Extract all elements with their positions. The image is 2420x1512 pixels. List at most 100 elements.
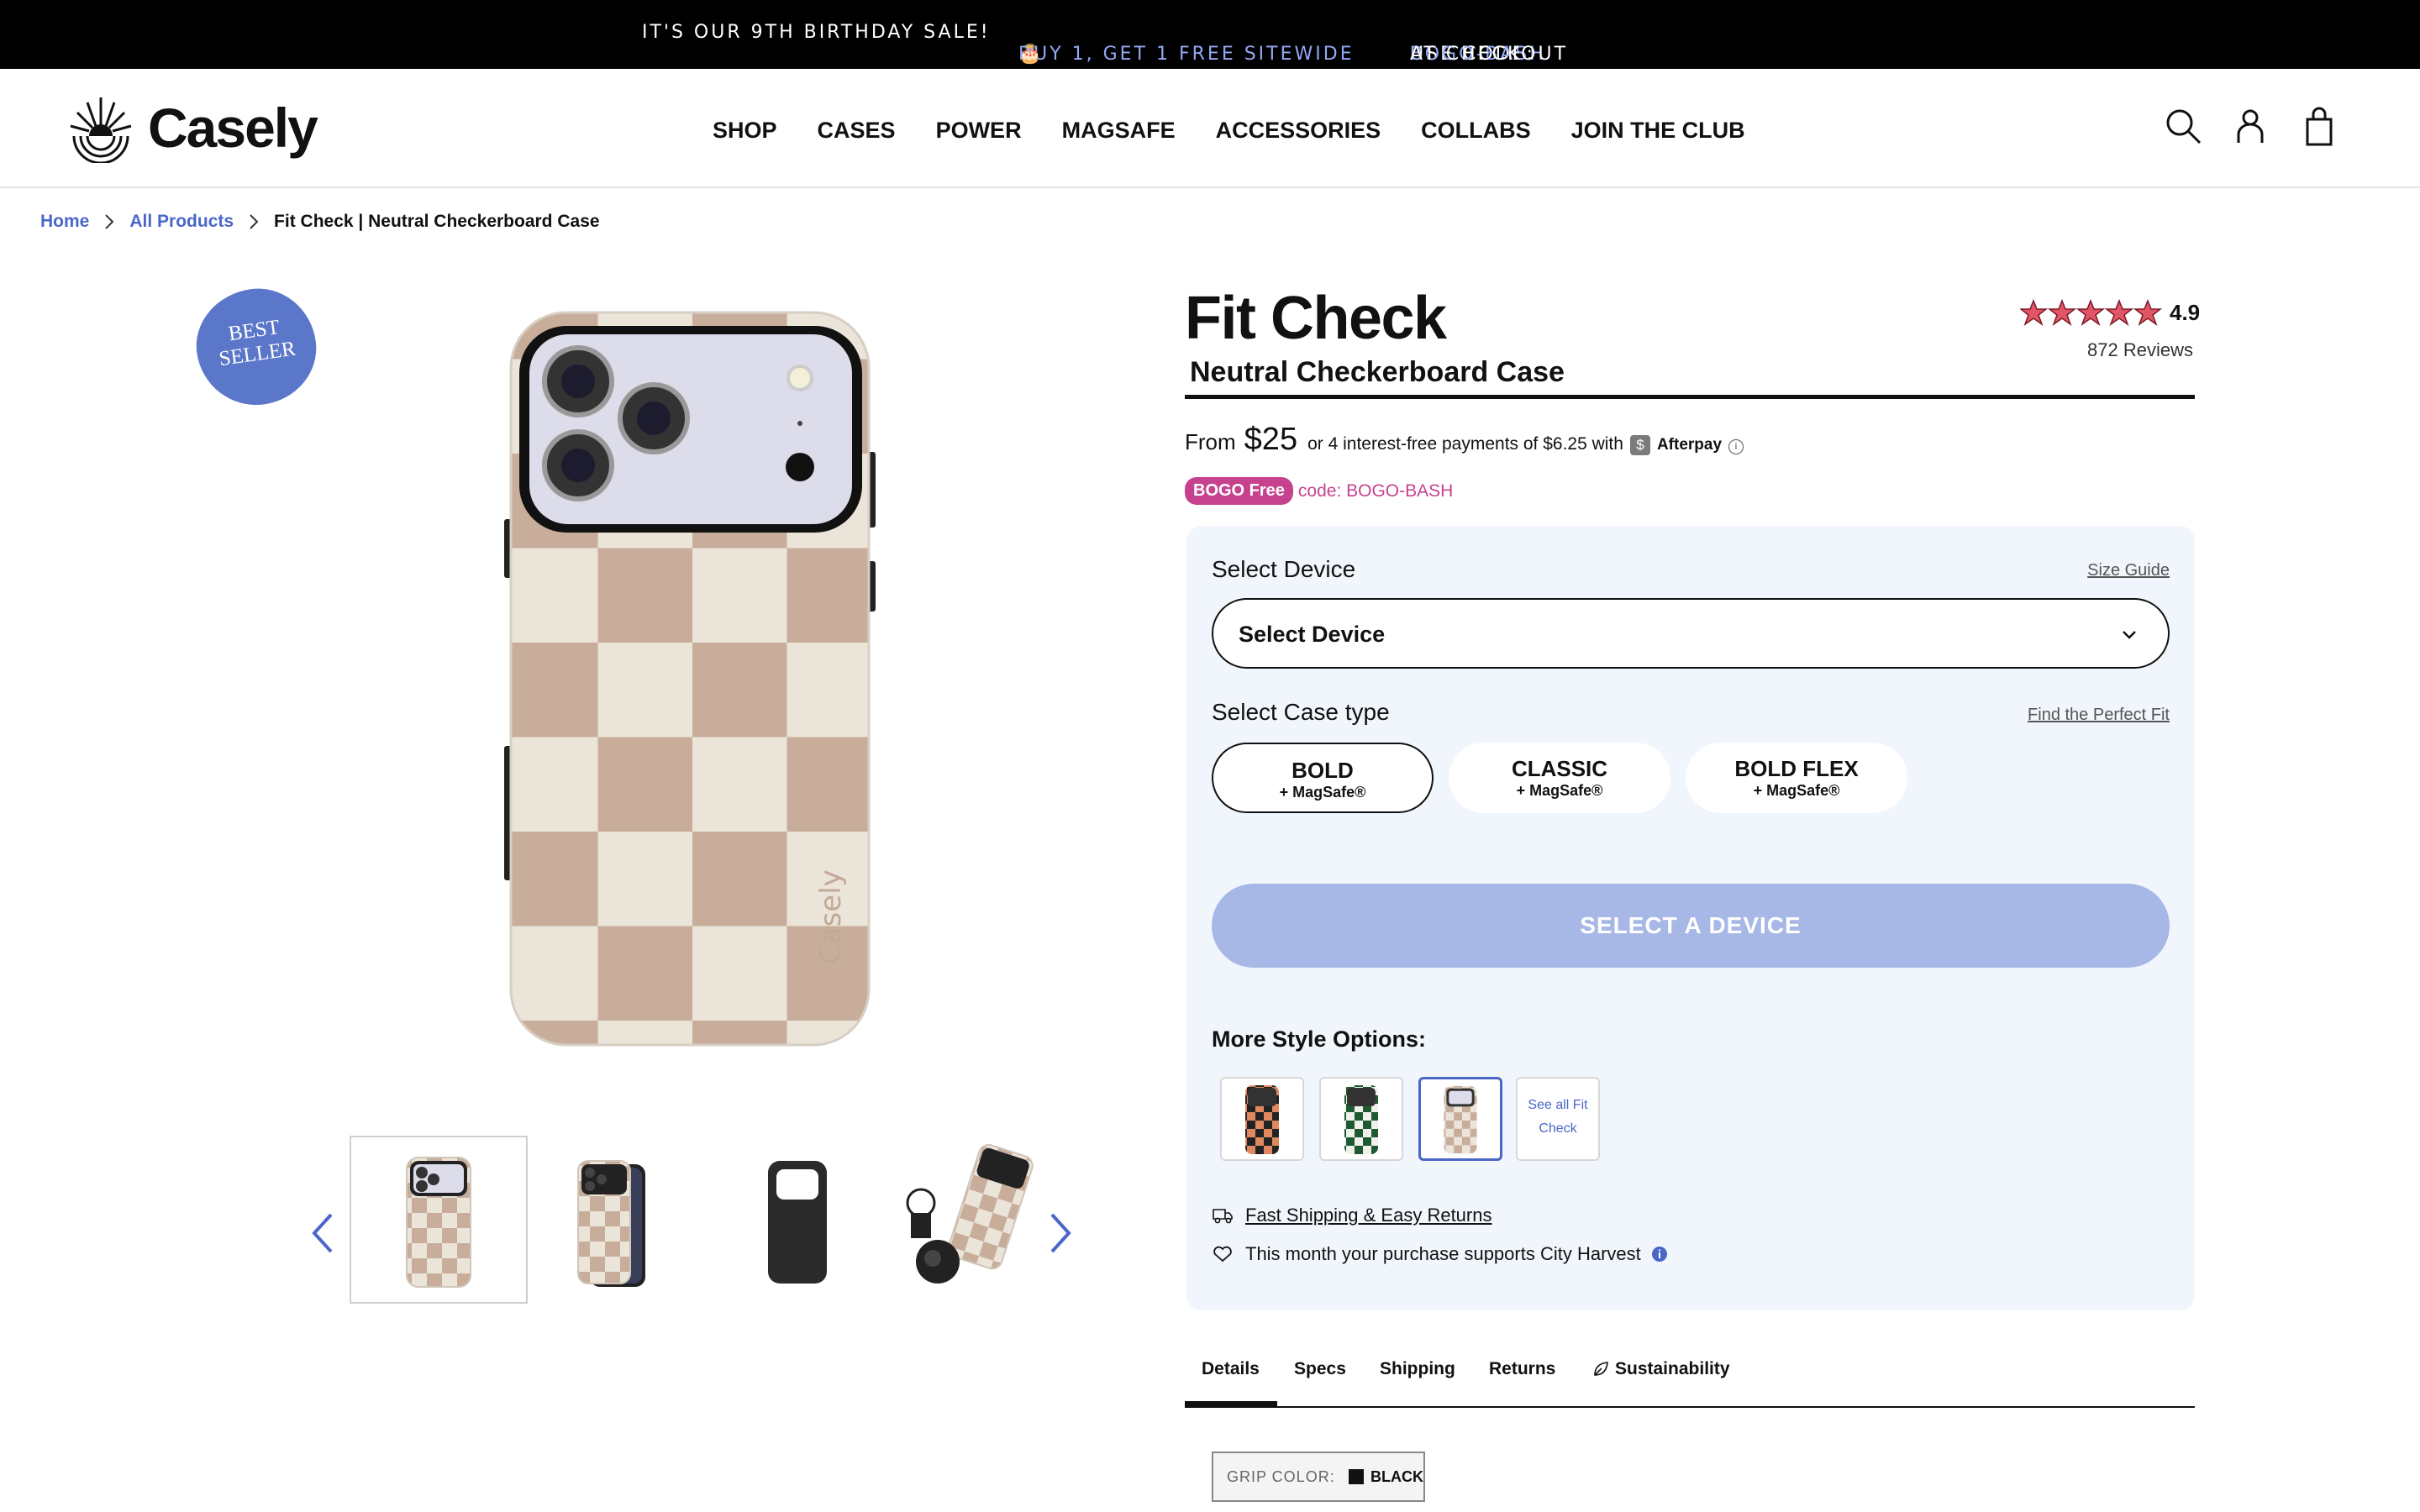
nav-shop[interactable]: SHOP [713,118,777,144]
chevron-down-icon [2123,631,2136,639]
thumbnail-angled-image [577,1160,645,1287]
case-type-bold-flex[interactable]: BOLD FLEX + MagSafe® [1686,743,1907,813]
grip-color-swatch [1348,1469,1364,1484]
see-all-fit-check-link[interactable]: See all Fit Check [1516,1077,1600,1161]
nav-accessories[interactable]: ACCESSORIES [1216,118,1381,144]
price-row: From $25 or 4 interest-free payments of … [1185,422,1744,458]
breadcrumb-all-products[interactable]: All Products [129,212,234,232]
svg-text:Casely: Casely [814,869,848,964]
thumbnail-front-image [406,1157,471,1288]
grip-color-value: BLACK [1370,1467,1423,1485]
afterpay-icon: $ [1629,435,1650,455]
cart-icon[interactable] [2299,106,2339,146]
select-device-label: Select Device [1212,556,1356,582]
case-type-classic[interactable]: CLASSIC + MagSafe® [1449,743,1670,813]
size-guide-link[interactable]: Size Guide [2087,561,2170,580]
chevron-right-icon [105,214,114,229]
options-panel: Select Device Size Guide Select Device S… [1186,526,2195,1310]
select-case-type-label: Select Case type [1212,699,1390,725]
nav-power[interactable]: POWER [936,118,1022,144]
leaf-icon [1594,1362,1608,1376]
thumbnail-front[interactable] [350,1136,528,1304]
charity-feature: This month your purchase supports City H… [1212,1243,1668,1265]
thumbnail-back-shell-image [768,1161,827,1284]
account-icon[interactable] [2230,106,2270,146]
promo-code: code: BOGO-BASH [1297,480,1454,501]
info-icon[interactable] [1651,1246,1668,1263]
tab-returns[interactable]: Returns [1489,1359,1555,1379]
afterpay-label: Afterpay [1656,436,1723,454]
breadcrumb-home[interactable]: Home [40,212,89,232]
find-perfect-fit-link[interactable]: Find the Perfect Fit [2028,706,2170,725]
breadcrumb: Home All Products Fit Check | Neutral Ch… [40,212,600,232]
product-title: Fit Check [1185,285,1447,352]
sunburst-logo-icon [70,97,132,163]
shipping-link[interactable]: Fast Shipping & Easy Returns [1245,1205,1491,1226]
select-a-device-button[interactable]: SELECT A DEVICE [1212,884,2170,968]
case-type-name: CLASSIC [1511,756,1608,781]
promo-bar: IT'S OUR 9TH BIRTHDAY SALE! 🎂 BUY 1, GET… [0,0,2420,69]
case-type-name: BOLD FLEX [1734,756,1859,781]
tab-shipping[interactable]: Shipping [1380,1359,1455,1379]
thumbnail-magsafe-accessories[interactable] [887,1136,1065,1304]
style-swatch-neutral[interactable] [1418,1077,1502,1161]
promo-code-suffix: AT CHECKOUT [1410,44,1569,65]
swatch-neutral-image [1444,1085,1477,1154]
nav-cases[interactable]: CASES [818,118,896,144]
product-rating[interactable]: 4.9 [2020,299,2200,326]
device-select[interactable]: Select Device [1212,598,2170,669]
thumbnail-back-shell[interactable] [709,1136,887,1304]
rating-value: 4.9 [2170,299,2201,325]
search-icon[interactable] [2163,106,2203,146]
best-seller-badge: BEST SELLER [189,281,324,413]
title-divider [1185,395,2195,399]
shipping-feature: Fast Shipping & Easy Returns [1212,1205,1491,1226]
case-type-sub: + MagSafe® [1753,782,1840,799]
tab-details[interactable]: Details [1202,1359,1260,1379]
product-subtitle: Neutral Checkerboard Case [1190,356,1565,388]
device-select-value: Select Device [1239,622,1386,647]
chevron-right-icon [250,214,259,229]
site-header: Casely SHOP CASES POWER MAGSAFE ACCESSOR… [0,69,2420,188]
product-main-image[interactable]: Casely [504,309,876,1048]
more-style-options-label: More Style Options: [1212,1026,1427,1052]
tab-sustainability-label: Sustainability [1615,1359,1730,1378]
heart-icon [1213,1246,1232,1263]
price-from-label: From [1185,429,1236,454]
active-tab-indicator [1185,1401,1277,1408]
charity-text: This month your purchase supports City H… [1245,1243,1641,1264]
grip-color-chip: GRIP COLOR: BLACK [1212,1452,1425,1502]
case-type-sub: + MagSafe® [1516,782,1603,799]
style-swatch-orange-black[interactable] [1220,1077,1304,1161]
case-type-name: BOLD [1292,758,1354,783]
product-tabs: Details Specs Shipping Returns Sustainab… [1185,1354,2195,1408]
cake-icon: 🎂 [1018,44,1044,65]
swatch-orange-black-image [1245,1085,1279,1154]
bogo-badge: BOGO Free [1185,477,1293,505]
star-rating-icon [2020,300,2161,325]
breadcrumb-current: Fit Check | Neutral Checkerboard Case [274,212,600,231]
promo-bogo-label: BUY 1, GET 1 FREE SITEWIDE [1018,44,1355,65]
reviews-count[interactable]: 872 Reviews [2087,339,2193,361]
grip-color-label: GRIP COLOR: [1227,1467,1335,1485]
thumbnail-strip [302,1126,1076,1310]
case-type-sub: + MagSafe® [1279,784,1366,801]
truck-icon [1213,1209,1233,1224]
info-icon[interactable]: i [1728,439,1744,454]
thumbnail-angled[interactable] [529,1136,708,1304]
style-swatch-green-white[interactable] [1319,1077,1403,1161]
nav-magsafe[interactable]: MAGSAFE [1062,118,1176,144]
nav-collabs[interactable]: COLLABS [1421,118,1531,144]
tab-specs[interactable]: Specs [1294,1359,1346,1379]
main-nav: SHOP CASES POWER MAGSAFE ACCESSORIES COL… [713,118,1786,144]
promo-birthday-text: IT'S OUR 9TH BIRTHDAY SALE! [642,22,991,43]
tab-sustainability[interactable]: Sustainability [1591,1359,1730,1379]
nav-join-the-club[interactable]: JOIN THE CLUB [1571,118,1745,144]
promo-row: BOGO Free code: BOGO-BASH [1185,477,1453,505]
case-type-bold[interactable]: BOLD + MagSafe® [1212,743,1434,813]
price-amount: $25 [1244,422,1298,457]
casely-logo[interactable]: Casely [66,89,318,166]
swatch-green-white-image [1344,1085,1378,1154]
logo-wordmark: Casely [148,97,318,159]
thumbnail-magsafe-image [906,1143,1034,1284]
